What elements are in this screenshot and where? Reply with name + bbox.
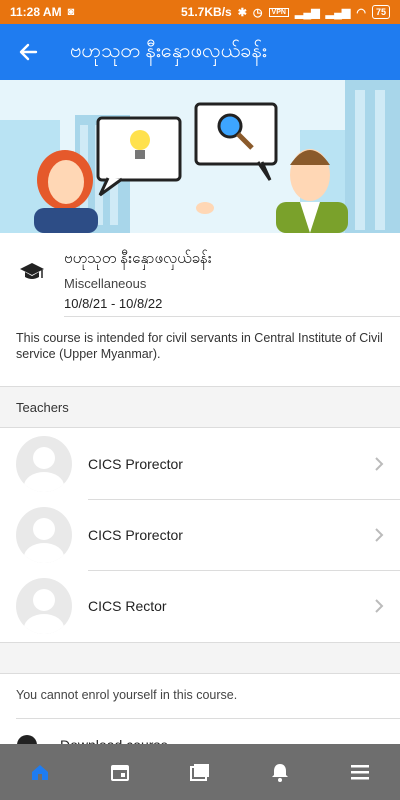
course-header: ဗဟုသုတ နီးနှောဖလှယ်ခန်း Miscellaneous 10… — [0, 233, 400, 317]
teachers-heading: Teachers — [16, 399, 69, 415]
divider — [64, 316, 400, 317]
teacher-item[interactable]: CICS Prorector — [0, 428, 400, 499]
status-bar: 11:28 AM ◙ 51.7KB/s ✱ ◷ VPN ▂▄▆ ▂▄▆ ◠ 75 — [0, 0, 400, 24]
status-time: 11:28 AM — [10, 5, 62, 19]
vpn-icon: VPN — [268, 7, 289, 17]
nav-courses[interactable] — [170, 744, 230, 800]
teachers-section-header: Teachers — [0, 386, 400, 428]
section-spacer — [0, 642, 400, 674]
course-title: ဗဟုသုတ နီးနှောဖလှယ်ခန်း — [64, 250, 212, 267]
calendar-icon — [111, 765, 129, 781]
bell-icon — [272, 764, 288, 782]
alarm-icon: ◷ — [252, 6, 263, 19]
nav-menu[interactable] — [330, 744, 390, 800]
page-title: ဗဟုသုတ နီးနှောဖလှယ်ခန်း — [70, 40, 267, 62]
back-button[interactable] — [0, 24, 56, 80]
network-speed: 51.7KB/s — [181, 5, 232, 19]
bottom-navigation — [0, 744, 400, 800]
divider — [16, 718, 400, 719]
teacher-name: CICS Rector — [88, 597, 167, 614]
home-icon — [32, 765, 48, 780]
course-summary: This course is intended for civil servan… — [16, 331, 383, 361]
signal-icon-2: ▂▄▆ — [325, 6, 351, 19]
courses-icon — [190, 764, 209, 781]
teacher-name: CICS Prorector — [88, 455, 183, 472]
chevron-right-icon — [375, 598, 384, 613]
arrow-left-icon — [19, 43, 38, 61]
menu-icon — [351, 765, 369, 780]
nav-notifications[interactable] — [250, 744, 310, 800]
signal-icon: ▂▄▆ — [294, 6, 320, 19]
avatar — [16, 577, 72, 634]
battery-icon: 75 — [371, 5, 390, 19]
course-dates: 10/8/21 - 10/8/22 — [64, 296, 163, 311]
wifi-icon: ◠ — [356, 6, 366, 19]
graduation-cap-icon — [0, 249, 64, 283]
nav-home[interactable] — [10, 744, 70, 800]
chevron-right-icon — [375, 456, 384, 471]
notification-icon: ◙ — [67, 6, 75, 18]
bluetooth-icon: ✱ — [237, 6, 247, 19]
course-category: Miscellaneous — [64, 276, 147, 291]
teacher-name: CICS Prorector — [88, 526, 183, 543]
chevron-right-icon — [375, 527, 384, 542]
nav-calendar[interactable] — [90, 744, 150, 800]
enrol-notice: You cannot enrol yourself in this course… — [16, 688, 238, 702]
course-banner-image — [0, 80, 400, 233]
teacher-item[interactable]: CICS Rector — [0, 570, 400, 641]
teacher-item[interactable]: CICS Prorector — [0, 499, 400, 570]
avatar — [16, 435, 72, 492]
app-bar: ဗဟုသုတ နီးနှောဖလှယ်ခန်း — [0, 24, 400, 80]
avatar — [16, 506, 72, 563]
